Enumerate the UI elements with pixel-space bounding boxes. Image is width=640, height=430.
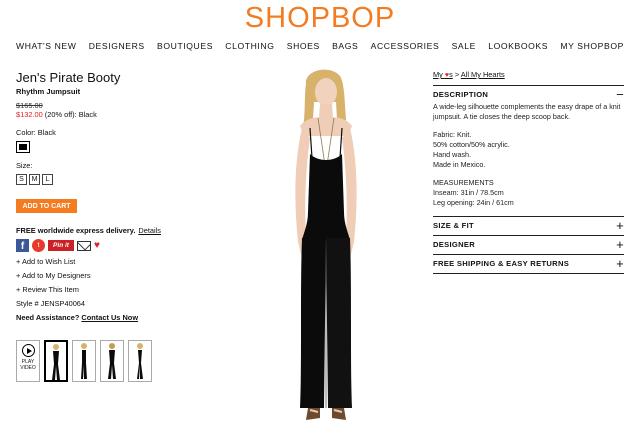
add-to-cart-button[interactable]: ADD TO CART	[16, 199, 77, 213]
size-label: Size:	[16, 161, 33, 170]
size-option-m[interactable]: M	[29, 174, 40, 185]
thumbnail-strip: PLAY VIDEO	[16, 340, 152, 382]
review-item-link[interactable]: + Review This Item	[16, 285, 216, 294]
product-name: Rhythm Jumpsuit	[16, 87, 81, 96]
heart-icon[interactable]: ♥	[94, 240, 100, 251]
delivery-note: FREE worldwide express delivery. Details	[16, 226, 216, 235]
nav-whats-new[interactable]: WHAT'S NEW	[16, 41, 76, 51]
product-details-panel: My ♥s > All My Hearts DESCRIPTION − A wi…	[433, 70, 624, 274]
main-nav: WHAT'S NEW DESIGNERS BOUTIQUES CLOTHING …	[16, 41, 624, 51]
size-options: S M L	[16, 174, 216, 185]
description-text: A wide-leg silhouette complements the ea…	[433, 102, 621, 121]
original-price: $165.00	[16, 101, 43, 110]
assistance-label: Need Assistance?	[16, 313, 80, 322]
thumbnail-detail[interactable]	[128, 340, 152, 382]
expand-icon[interactable]: +	[616, 219, 624, 232]
nav-lookbooks[interactable]: LOOKBOOKS	[488, 41, 548, 51]
nav-bags[interactable]: BAGS	[332, 41, 358, 51]
nav-shoes[interactable]: SHOES	[287, 41, 320, 51]
description-header[interactable]: DESCRIPTION −	[433, 85, 624, 102]
shopbop-logo[interactable]: SHOPBOP	[0, 2, 640, 35]
product-info: Jen's Pirate Booty Rhythm Jumpsuit $165.…	[16, 70, 216, 322]
contact-us-link[interactable]: Contact Us Now	[81, 313, 138, 322]
panel-divider	[433, 273, 624, 274]
fabric-info: Fabric: Knit. 50% cotton/50% acrylic. Ha…	[433, 130, 624, 170]
pinterest-icon[interactable]: Pin it	[48, 240, 74, 251]
expand-icon[interactable]: +	[616, 257, 624, 270]
model-thumbnail-image	[137, 343, 143, 379]
facebook-icon[interactable]: f	[16, 239, 29, 252]
play-video-label: PLAY VIDEO	[20, 359, 36, 371]
measurements-info: MEASUREMENTS Inseam: 31in / 78.5cm Leg o…	[433, 178, 624, 208]
designer-heading: DESIGNER	[433, 240, 476, 249]
discount-note: (20% off): Black	[42, 110, 97, 119]
measurement-line: Inseam: 31in / 78.5cm	[433, 188, 504, 197]
size-fit-heading: SIZE & FIT	[433, 221, 474, 230]
delivery-text: FREE worldwide express delivery.	[16, 226, 136, 235]
thumbnail-back[interactable]	[100, 340, 124, 382]
my-hearts-breadcrumb: My ♥s > All My Hearts	[433, 70, 624, 79]
fabric-line: Made in Mexico.	[433, 160, 486, 169]
nav-boutiques[interactable]: BOUTIQUES	[157, 41, 213, 51]
product-model-photo[interactable]	[240, 62, 410, 430]
sale-price: $132.00	[16, 110, 43, 119]
nav-accessories[interactable]: ACCESSORIES	[371, 41, 440, 51]
model-thumbnail-image	[108, 343, 116, 379]
shipping-returns-section[interactable]: FREE SHIPPING & EASY RETURNS +	[433, 254, 624, 271]
size-option-s[interactable]: S	[16, 174, 27, 185]
description-body: A wide-leg silhouette complements the ea…	[433, 102, 624, 208]
twitter-icon[interactable]: t	[32, 239, 45, 252]
style-number: Style # JENSP40064	[16, 299, 86, 308]
email-icon[interactable]	[77, 240, 91, 251]
play-video-thumbnail[interactable]: PLAY VIDEO	[16, 340, 40, 382]
fabric-line: 50% cotton/50% acrylic.	[433, 140, 510, 149]
size-option-l[interactable]: L	[42, 174, 53, 185]
nav-designers[interactable]: DESIGNERS	[89, 41, 145, 51]
color-swatch-black[interactable]	[16, 141, 30, 153]
fabric-line: Hand wash.	[433, 150, 471, 159]
my-hearts-link[interactable]: My ♥s	[433, 70, 453, 79]
nav-sale[interactable]: SALE	[452, 41, 476, 51]
play-icon	[21, 344, 35, 357]
model-thumbnail-image	[52, 344, 60, 380]
designer-section[interactable]: DESIGNER +	[433, 235, 624, 252]
price-line: $132.00 (20% off): Black	[16, 110, 216, 119]
my-hearts-prefix: My	[433, 70, 445, 79]
add-to-wish-list-link[interactable]: + Add to Wish List	[16, 257, 216, 266]
collapse-icon[interactable]: −	[616, 88, 624, 101]
nav-my-shopbop[interactable]: MY SHOPBOP	[560, 41, 624, 51]
color-label: Color: Black	[16, 128, 56, 137]
fabric-line: Fabric: Knit.	[433, 130, 472, 139]
measurements-heading: MEASUREMENTS	[433, 178, 494, 187]
add-to-my-designers-link[interactable]: + Add to My Designers	[16, 271, 216, 280]
thumbnail-side[interactable]	[72, 340, 96, 382]
size-fit-section[interactable]: SIZE & FIT +	[433, 216, 624, 233]
thumbnail-front[interactable]	[44, 340, 68, 382]
nav-clothing[interactable]: CLOTHING	[225, 41, 274, 51]
expand-icon[interactable]: +	[616, 238, 624, 251]
measurement-line: Leg opening: 24in / 61cm	[433, 198, 514, 207]
share-bar: f t Pin it ♥	[16, 239, 216, 252]
breadcrumb-separator: >	[452, 70, 461, 79]
product-designer-title[interactable]: Jen's Pirate Booty	[16, 70, 216, 85]
shipping-returns-heading: FREE SHIPPING & EASY RETURNS	[433, 259, 570, 268]
details-link[interactable]: Details	[138, 226, 161, 235]
model-thumbnail-image	[81, 343, 87, 379]
description-heading: DESCRIPTION	[433, 90, 489, 99]
assistance-line: Need Assistance? Contact Us Now	[16, 313, 216, 322]
all-my-hearts-link[interactable]: All My Hearts	[461, 70, 505, 79]
swatch-fill	[19, 144, 27, 150]
